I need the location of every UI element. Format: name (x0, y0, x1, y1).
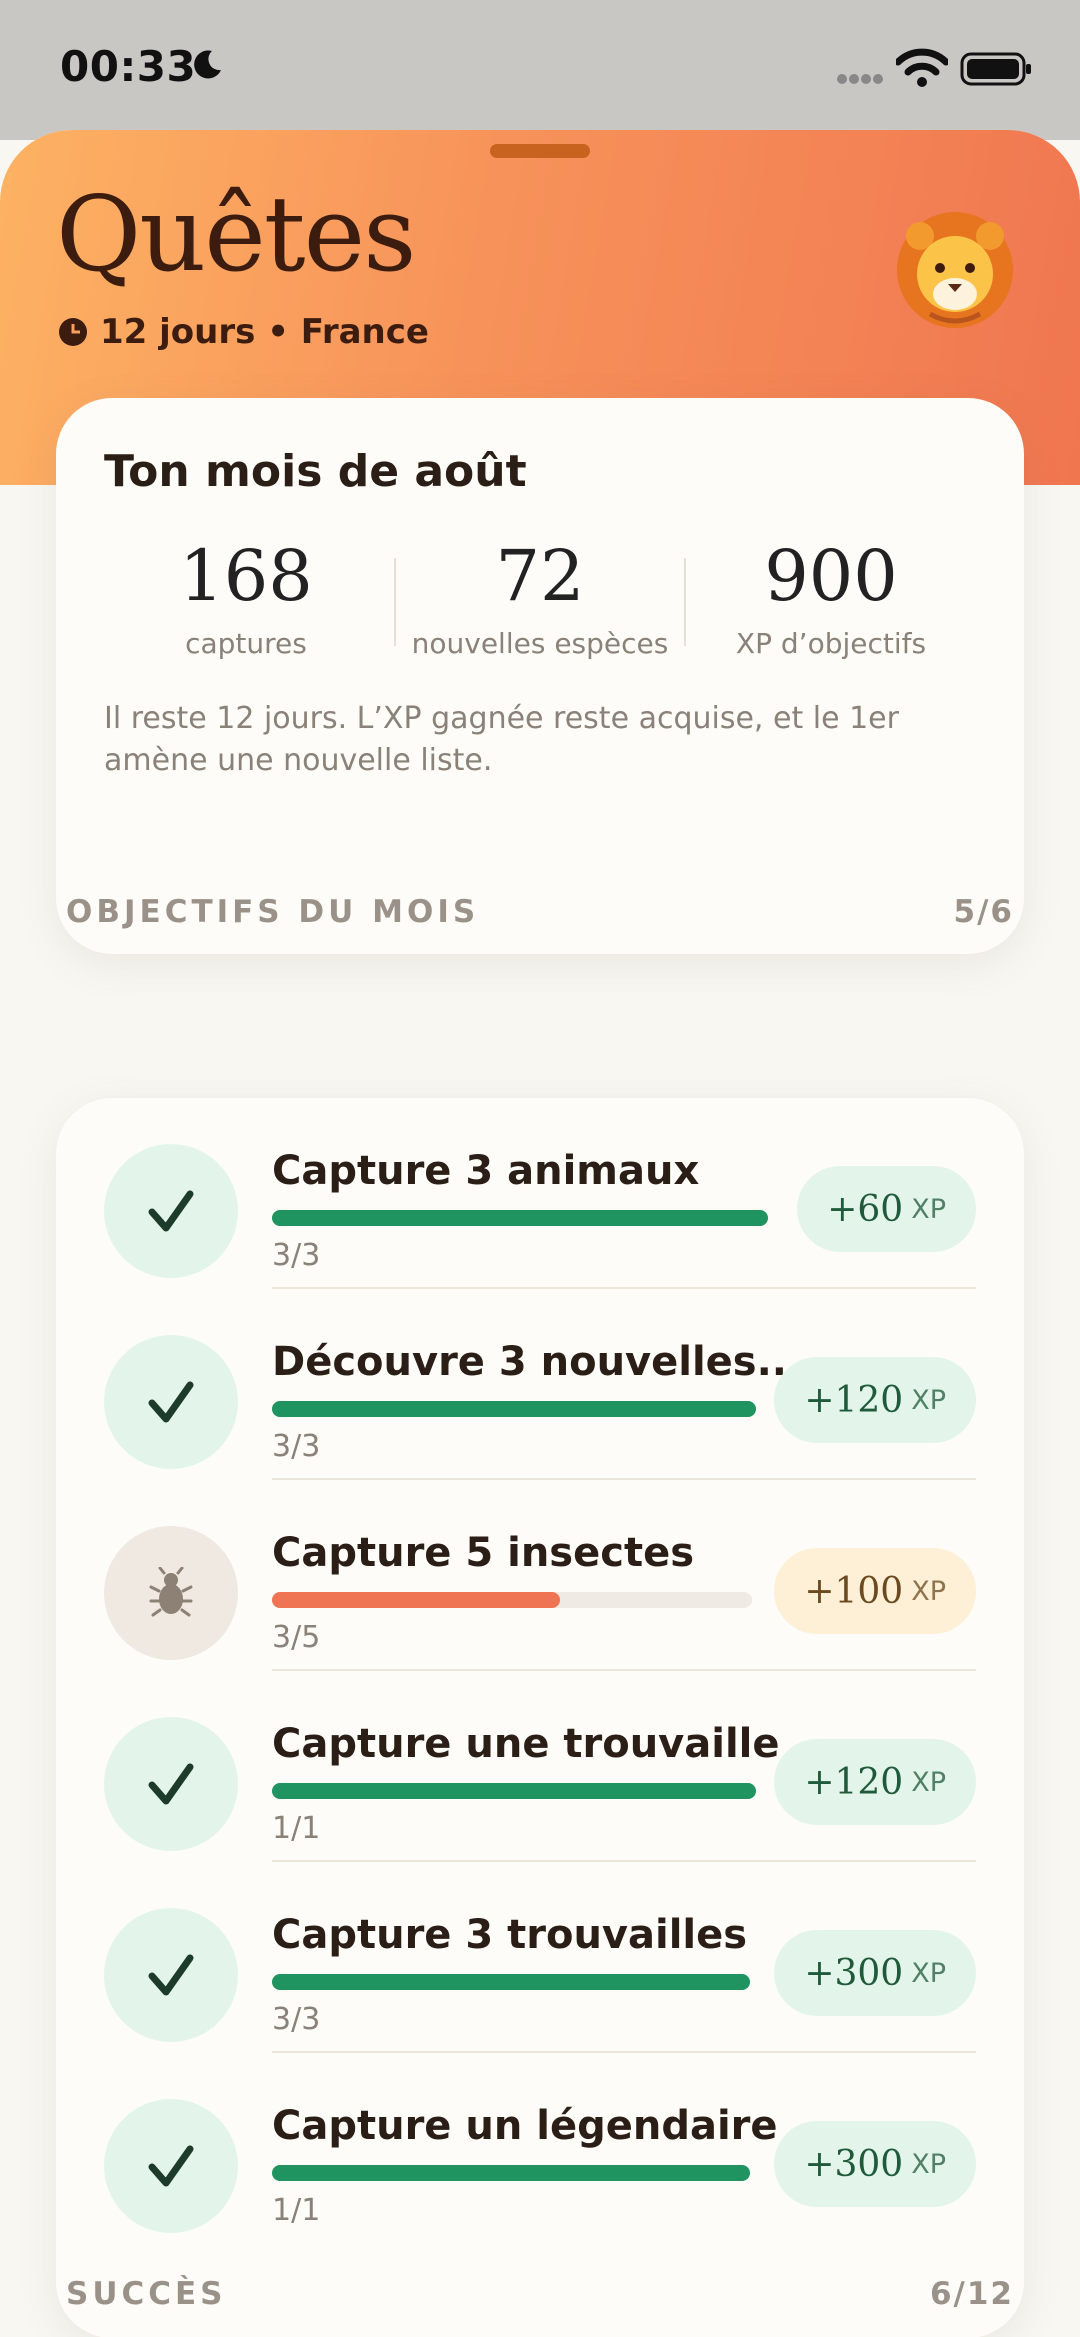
goal-progress-fill (272, 2165, 750, 2181)
goal-progress-text: 3/3 (272, 1238, 321, 1273)
goal-progress-fill (272, 1592, 560, 1608)
checkmark-icon (148, 1954, 194, 1996)
page-title: Quêtes (56, 173, 416, 295)
goal-row[interactable]: Capture 3 animaux 3/3 +60 XP (56, 1098, 1024, 1289)
goal-title: Capture 5 insectes (272, 1530, 695, 1576)
goal-progress-fill (272, 1974, 750, 1990)
stat-captures: 168 captures (101, 535, 391, 661)
goal-xp-reward: +300 XP (774, 2121, 976, 2207)
goal-progress-text: 3/3 (272, 1429, 321, 1464)
goal-progress-bar (272, 2165, 750, 2181)
goal-title: Capture 3 animaux (272, 1148, 700, 1194)
stat-new-species: 72 nouvelles espèces (395, 535, 685, 661)
goal-xp-reward: +120 XP (774, 1357, 976, 1443)
section-title: SUCCÈS (66, 2276, 227, 2312)
stat-value: 72 (495, 535, 585, 617)
goal-progress-bar (272, 1783, 756, 1799)
status-bar: 00:33 (0, 0, 1080, 140)
xp-value: +300 (804, 2143, 904, 2185)
summary-note: Il reste 12 jours. L’XP gagnée reste acq… (104, 701, 899, 778)
xp-unit: XP (911, 1957, 946, 1989)
moon-icon (194, 50, 221, 79)
stat-objective-xp: 900 XP d’objectifs (686, 535, 976, 661)
goal-status-badge (104, 2099, 238, 2233)
section-count: 5/6 (953, 894, 1014, 930)
goal-status-badge (104, 1335, 238, 1469)
goal-xp-reward: +60 XP (797, 1166, 976, 1252)
xp-unit: XP (911, 1384, 946, 1416)
lion-avatar-icon[interactable] (890, 202, 1020, 332)
goal-progress-text: 1/1 (272, 1811, 321, 1846)
goal-progress-text: 1/1 (272, 2193, 321, 2228)
goal-title: Découvre 3 nouvelles... (272, 1339, 803, 1385)
xp-value: +300 (804, 1952, 904, 1994)
stat-label: captures (185, 627, 307, 660)
goal-status-badge (104, 1908, 238, 2042)
goal-row[interactable]: Capture un légendaire 1/1 +300 XP (56, 2053, 1024, 2244)
monthly-summary-card: Ton mois de août 168 captures 72 nouvell… (56, 398, 1024, 954)
achievements-section-header: SUCCÈS 6/12 (66, 2272, 1014, 2316)
goal-row[interactable]: Capture une trouvaille 1/1 +120 XP (56, 1671, 1024, 1862)
goal-xp-reward: +300 XP (774, 1930, 976, 2016)
checkmark-icon (148, 2145, 194, 2187)
goal-row[interactable]: Capture 5 insectes 3/5 +100 XP (56, 1480, 1024, 1671)
stat-label: nouvelles espèces (411, 627, 669, 660)
goal-row[interactable]: Capture 3 trouvailles 3/3 +300 XP (56, 1862, 1024, 2053)
goal-progress-text: 3/3 (272, 2002, 321, 2037)
stat-value: 168 (179, 535, 313, 617)
stat-value: 900 (764, 535, 898, 617)
goal-progress-text: 3/5 (272, 1620, 321, 1655)
goal-progress-bar (272, 1210, 768, 1226)
checkmark-icon (148, 1381, 194, 1423)
stat-label: XP d’objectifs (735, 627, 927, 660)
xp-value: +120 (804, 1761, 904, 1803)
goal-progress-fill (272, 1401, 756, 1417)
goal-status-badge (104, 1717, 238, 1851)
goal-progress-fill (272, 1210, 768, 1226)
checkmark-icon (148, 1763, 194, 1805)
goal-title: Capture un légendaire (272, 2103, 778, 2149)
clock-icon (59, 318, 87, 346)
battery-icon (960, 52, 1031, 86)
goal-progress-bar (272, 1592, 752, 1608)
goal-title: Capture une trouvaille (272, 1721, 780, 1767)
status-time: 00:33 (60, 42, 197, 91)
goal-progress-fill (272, 1783, 756, 1799)
wifi-icon (896, 48, 948, 87)
objectives-section-header: OBJECTIFS DU MOIS 5/6 (66, 890, 1014, 934)
xp-value: +100 (804, 1570, 904, 1612)
goal-status-badge (104, 1144, 238, 1278)
goal-progress-bar (272, 1974, 750, 1990)
xp-unit: XP (911, 2148, 946, 2180)
header-subtitle: 12 jours • France (58, 310, 429, 354)
section-count: 6/12 (929, 2276, 1014, 2312)
xp-unit: XP (911, 1575, 946, 1607)
section-title: OBJECTIFS DU MOIS (66, 894, 480, 930)
xp-value: +120 (804, 1379, 904, 1421)
sheet-grabber[interactable] (490, 144, 590, 158)
goal-row[interactable]: Découvre 3 nouvelles... 3/3 +120 XP (56, 1289, 1024, 1480)
goal-xp-reward: +100 XP (774, 1548, 976, 1634)
xp-unit: XP (911, 1193, 946, 1225)
summary-title: Ton mois de août (104, 446, 527, 497)
checkmark-icon (148, 1190, 194, 1232)
bug-icon (149, 1567, 193, 1617)
quests-sheet: Quêtes 12 jours • France Ton mois de aoû… (0, 130, 1080, 2337)
objectives-card: Capture 3 animaux 3/3 +60 XP Découvre 3 n… (56, 1098, 1024, 2337)
goal-status-badge (104, 1526, 238, 1660)
cellular-signal-icon (837, 74, 883, 84)
xp-value: +60 (827, 1188, 904, 1230)
subtitle-text: 12 jours • France (100, 312, 429, 352)
xp-unit: XP (911, 1766, 946, 1798)
goal-progress-bar (272, 1401, 756, 1417)
goal-title: Capture 3 trouvailles (272, 1912, 748, 1958)
goal-xp-reward: +120 XP (774, 1739, 976, 1825)
